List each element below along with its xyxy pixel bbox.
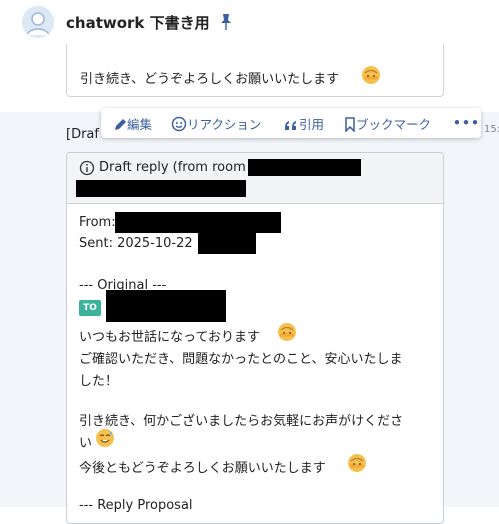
body-line-2: ご確認いただき、問題なかったとのこと、安心いたしま [79, 352, 403, 367]
room-header: chatwork 下書き用 [0, 0, 499, 45]
body-line-3: した！ [79, 374, 119, 389]
message-action-toolbar: 編集 リアクション 引用 ブックマーク ••• [101, 108, 481, 138]
edit-button[interactable]: 編集 [113, 114, 152, 133]
body-line-4: 引き続き、何かございましたらお気軽にお声がけくださ [79, 414, 404, 429]
more-options-icon[interactable]: ••• [453, 115, 480, 130]
reaction-label: リアクション [187, 117, 262, 132]
quote-label: 引用 [299, 117, 325, 132]
from-label: From: [79, 215, 116, 230]
bookmark-button[interactable]: ブックマーク [344, 114, 431, 133]
body-line-1: いつもお世話になっております [79, 330, 260, 345]
redacted-room-name [248, 159, 361, 176]
body-line-5: い [79, 436, 93, 451]
redacted-sent-time [198, 233, 256, 254]
quote-icon [285, 121, 296, 130]
message-time: 15: [484, 124, 499, 135]
redacted-recipient [106, 290, 226, 322]
reaction-icon [171, 116, 187, 132]
room-title: chatwork 下書き用 [66, 14, 210, 32]
sent-label: Sent: 2025-10-22 [79, 236, 193, 251]
pencil-icon [115, 119, 126, 130]
quote-button[interactable]: 引用 [283, 114, 324, 133]
previous-message-text: 引き続き、どうぞよろしくお願いいたします [80, 72, 340, 87]
draft-header-text: Draft reply (from room [99, 160, 246, 175]
body-line-6: 今後ともどうぞよろしくお願いいたします [79, 461, 326, 476]
reply-proposal-label: --- Reply Proposal [79, 498, 193, 513]
edit-label: 編集 [127, 117, 153, 132]
previous-message: 引き続き、どうぞよろしくお願いいたします [0, 44, 499, 112]
pin-icon[interactable] [219, 13, 233, 31]
bookmark-icon [345, 117, 355, 133]
bookmark-label: ブックマーク [356, 117, 432, 132]
redacted-from [115, 212, 281, 233]
bowing-emoji-icon [348, 454, 366, 472]
draft-label: [Draf [66, 127, 99, 142]
reaction-button[interactable]: リアクション [171, 114, 261, 133]
bowing-emoji-icon [278, 323, 296, 341]
redacted-room-name-2 [76, 180, 246, 197]
avatar[interactable] [22, 6, 54, 38]
info-icon [79, 160, 95, 176]
to-badge: TO [79, 300, 101, 316]
sweat-smile-emoji-icon [96, 429, 114, 447]
bowing-emoji-icon [362, 66, 380, 84]
